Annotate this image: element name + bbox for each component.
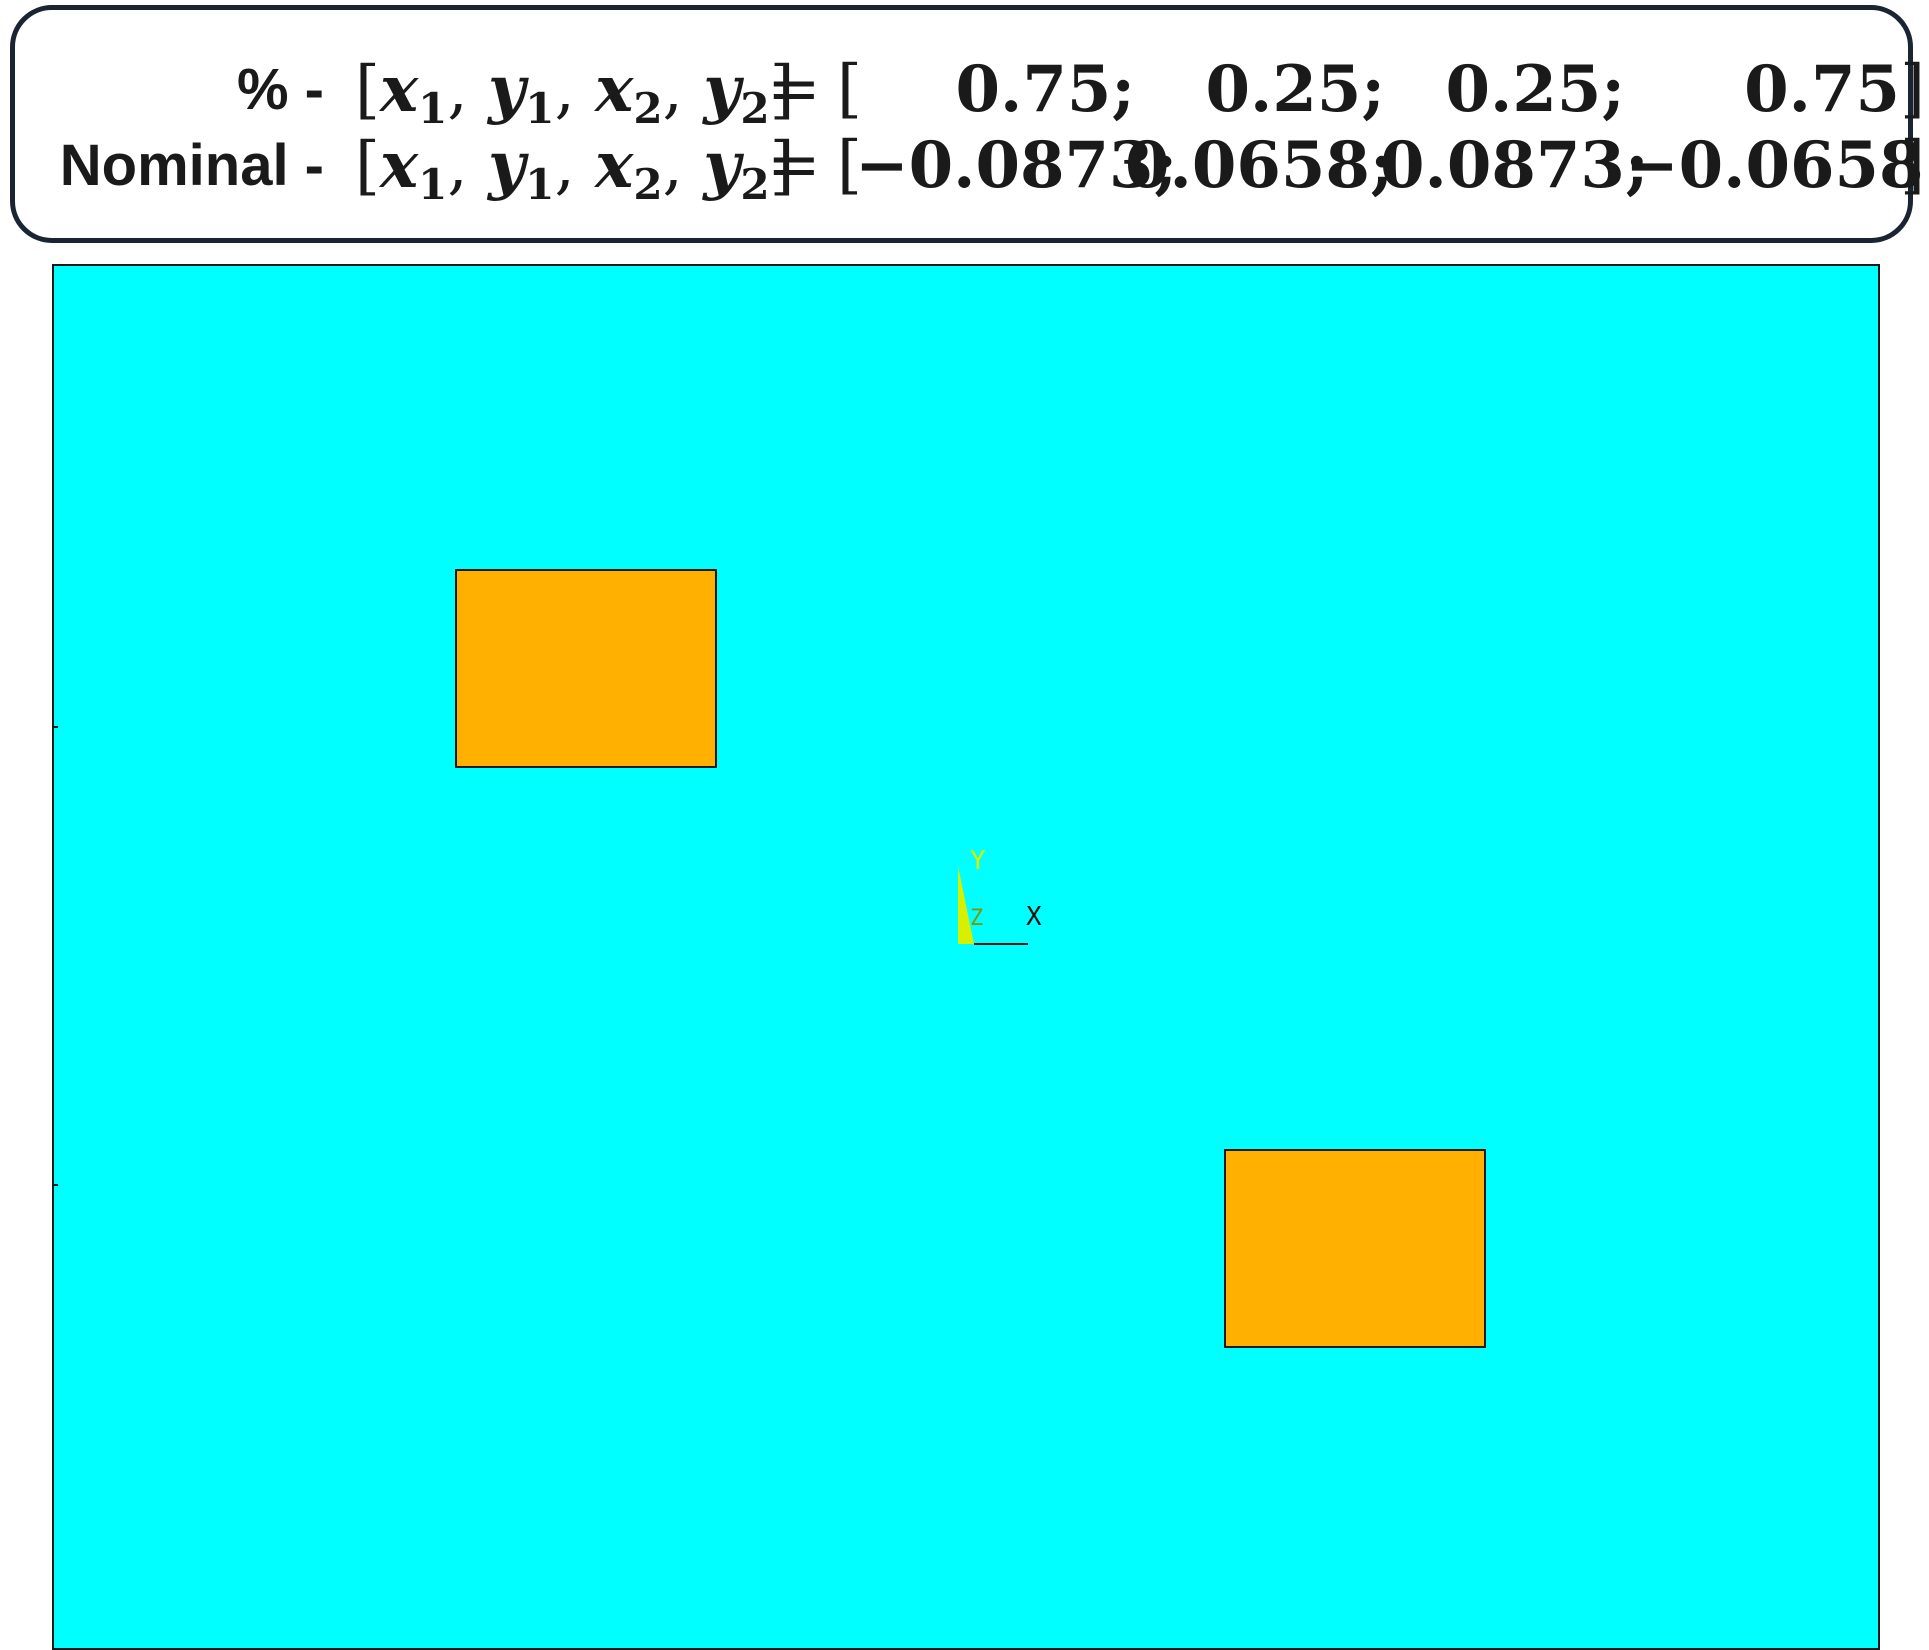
equals-sign: = xyxy=(767,128,821,202)
edge-tick xyxy=(54,726,58,728)
value-x1: −0.0873; xyxy=(855,128,1178,203)
formula-row-nominal: Nominal - [x1, y1, x2, y2] = [ −0.0873; … xyxy=(15,128,1925,209)
value-y2: −0.0658 xyxy=(1625,128,1924,203)
value-x2: 0.25; xyxy=(1445,52,1626,127)
patch-bottom-right xyxy=(1224,1149,1486,1348)
close-bracket: ] xyxy=(1900,52,1925,126)
row-label: Nominal - xyxy=(59,133,324,198)
coordinate-triad: Y Z X xyxy=(956,846,1086,956)
coordinate-vector: [x1, y1, x2, y2] xyxy=(355,52,795,133)
triad-z-label: Z xyxy=(970,906,984,931)
patch-top-left xyxy=(455,569,717,768)
formula-box: % - [x1, y1, x2, y2] = [ 0.75; 0.25; 0.2… xyxy=(10,5,1925,243)
value-y2: 0.75 xyxy=(1744,52,1900,127)
open-bracket: [ xyxy=(837,52,862,126)
value-y1: 0.0658; xyxy=(1125,128,1394,203)
formula-row-percent: % - [x1, y1, x2, y2] = [ 0.75; 0.25; 0.2… xyxy=(15,52,1925,133)
triad-x-label: X xyxy=(1026,902,1042,932)
value-x2: 0.0873; xyxy=(1380,128,1649,203)
close-bracket: ] xyxy=(1900,128,1925,202)
edge-tick xyxy=(54,1184,58,1186)
triad-y-label: Y xyxy=(970,846,986,876)
equals-sign: = xyxy=(767,52,821,126)
row-label: % - xyxy=(237,57,324,122)
value-y1: 0.25; xyxy=(1205,52,1386,127)
coordinate-vector: [x1, y1, x2, y2] xyxy=(355,128,795,209)
model-viewport: Y Z X xyxy=(52,264,1880,1650)
value-x1: 0.75; xyxy=(955,52,1136,127)
